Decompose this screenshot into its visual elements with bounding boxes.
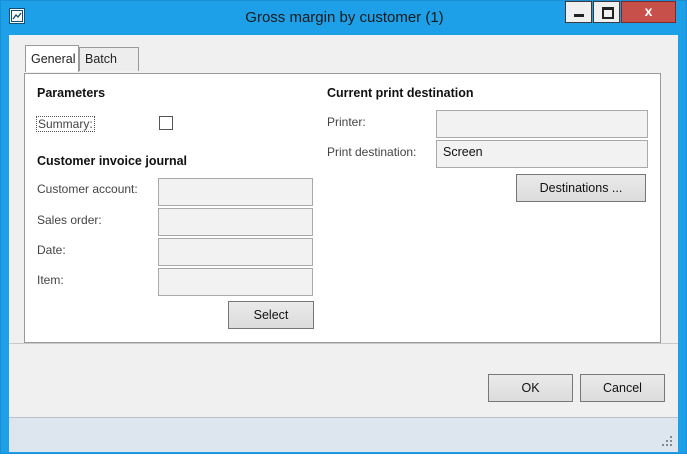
cancel-button[interactable]: Cancel (580, 374, 665, 402)
minimize-button[interactable] (565, 1, 592, 23)
summary-label: Summary: (36, 116, 95, 132)
general-tab-panel: Parameters Summary: Customer invoice jou… (24, 73, 661, 343)
date-label: Date: (37, 243, 66, 257)
destinations-button[interactable]: Destinations ... (516, 174, 646, 202)
summary-checkbox[interactable] (159, 116, 173, 130)
printer-label: Printer: (327, 115, 366, 129)
maximize-icon (602, 7, 614, 19)
dialog-client-area: General Batch Parameters Summary: Custom… (9, 35, 678, 452)
item-field[interactable] (158, 268, 313, 296)
select-button[interactable]: Select (228, 301, 314, 329)
title-bar[interactable]: Gross margin by customer (1) x (1, 1, 686, 35)
tab-batch[interactable]: Batch (79, 47, 139, 71)
print-destination-label: Print destination: (327, 145, 417, 159)
print-destination-field[interactable]: Screen (436, 140, 648, 168)
dialog-window: Gross margin by customer (1) x General B… (0, 0, 687, 454)
sales-order-field[interactable] (158, 208, 313, 236)
print-destination-heading: Current print destination (327, 86, 474, 100)
close-icon: x (644, 3, 653, 19)
sales-order-label: Sales order: (37, 213, 102, 227)
customer-account-field[interactable] (158, 178, 313, 206)
item-label: Item: (37, 273, 64, 287)
customer-account-label: Customer account: (37, 182, 138, 196)
parameters-heading: Parameters (37, 86, 106, 100)
ok-button[interactable]: OK (488, 374, 573, 402)
resize-grip-icon[interactable] (662, 436, 672, 446)
close-button[interactable]: x (621, 1, 676, 23)
minimize-icon (574, 14, 584, 17)
tab-general[interactable]: General (25, 45, 79, 72)
maximize-button[interactable] (593, 1, 620, 23)
printer-field[interactable] (436, 110, 648, 138)
customer-invoice-journal-heading: Customer invoice journal (37, 154, 188, 168)
dialog-footer: OK Cancel (9, 343, 678, 414)
date-field[interactable] (158, 238, 313, 266)
status-bar (9, 417, 678, 452)
